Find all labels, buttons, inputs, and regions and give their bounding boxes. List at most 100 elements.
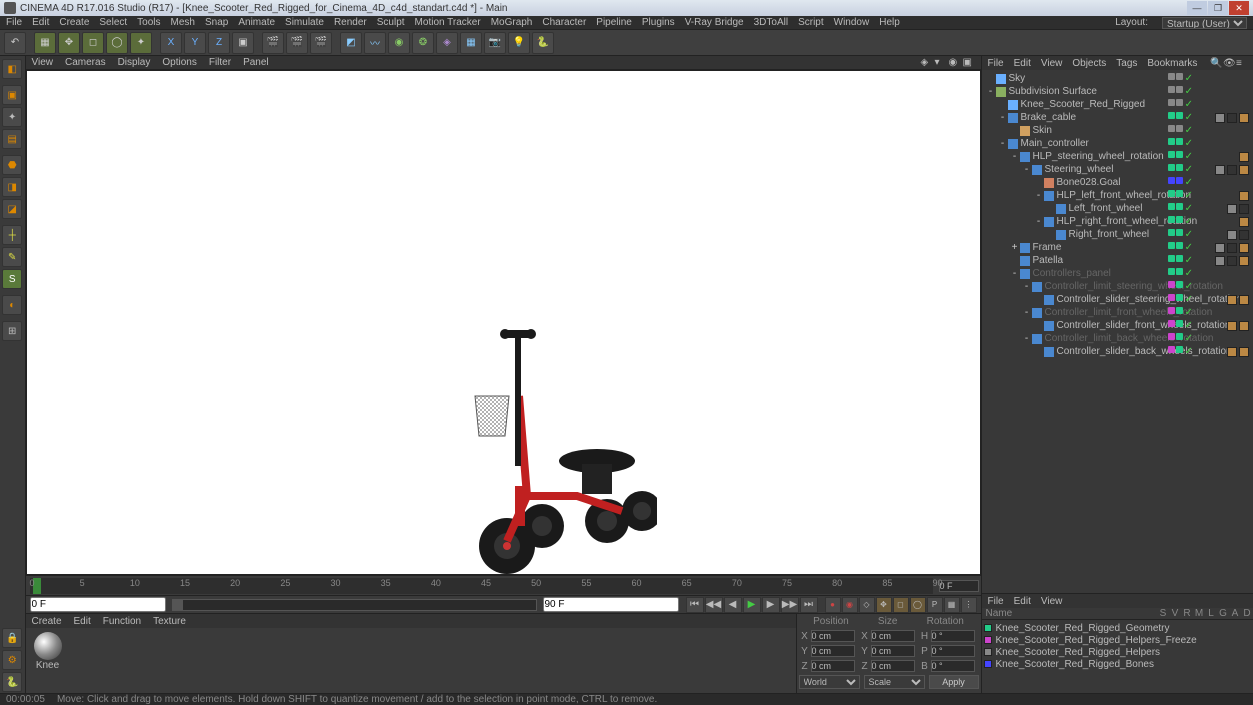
enable-check[interactable]: ✓	[1185, 281, 1193, 292]
tree-expander[interactable]: +	[1010, 242, 1020, 253]
menu-select[interactable]: Select	[99, 17, 127, 28]
tag-icon[interactable]	[1239, 230, 1249, 240]
axis-z-toggle[interactable]: Z	[208, 32, 230, 54]
tag-icon[interactable]	[1227, 230, 1237, 240]
enable-check[interactable]: ✓	[1185, 190, 1193, 201]
vis-editor[interactable]	[1168, 125, 1175, 132]
record-button[interactable]: ●	[825, 597, 841, 613]
coord-pos[interactable]	[811, 645, 855, 657]
coord-system[interactable]: ▣	[232, 32, 254, 54]
render-settings[interactable]: 🎬	[310, 32, 332, 54]
tweak-mode[interactable]: ✎	[2, 247, 22, 267]
vpmenu-view[interactable]: View	[32, 57, 54, 68]
vis-render[interactable]	[1176, 125, 1183, 132]
tag-icon[interactable]	[1227, 256, 1237, 266]
add-deformer[interactable]: ◈	[436, 32, 458, 54]
vis-render[interactable]	[1176, 294, 1183, 301]
add-light[interactable]: 💡	[508, 32, 530, 54]
key-pla[interactable]: ▦	[944, 597, 960, 613]
snap-toggle[interactable]: S	[2, 269, 22, 289]
close-button[interactable]: ✕	[1229, 1, 1249, 15]
add-cube[interactable]: ◩	[340, 32, 362, 54]
render-region[interactable]: 🎬	[286, 32, 308, 54]
enable-check[interactable]: ✓	[1185, 138, 1193, 149]
coord-size[interactable]	[871, 645, 915, 657]
coord-pos[interactable]	[811, 630, 855, 642]
tree-expander[interactable]: -	[998, 112, 1008, 123]
menu-sculpt[interactable]: Sculpt	[377, 17, 405, 28]
enable-check[interactable]: ✓	[1185, 99, 1193, 110]
layer-color[interactable]	[984, 624, 992, 632]
vis-editor[interactable]	[1168, 307, 1175, 314]
vis-render[interactable]	[1176, 346, 1183, 353]
menu-v-ray bridge[interactable]: V-Ray Bridge	[685, 17, 744, 28]
object-name[interactable]: Controller_slider_back_wheels_rotation	[1057, 346, 1253, 357]
workplane-mode[interactable]: ▤	[2, 129, 22, 149]
range-end[interactable]	[543, 597, 679, 612]
coord-size[interactable]	[871, 660, 915, 672]
tag-icon[interactable]	[1215, 243, 1225, 253]
tag-icon[interactable]	[1227, 243, 1237, 253]
tag-icon[interactable]	[1239, 217, 1249, 227]
key-scale[interactable]: ◻	[893, 597, 909, 613]
enable-check[interactable]: ✓	[1185, 73, 1193, 84]
tag-icon[interactable]	[1239, 347, 1249, 357]
vis-render[interactable]	[1176, 164, 1183, 171]
menu-snap[interactable]: Snap	[205, 17, 228, 28]
enable-check[interactable]: ✓	[1185, 177, 1193, 188]
enable-check[interactable]: ✓	[1185, 151, 1193, 162]
tree-expander[interactable]: -	[1022, 333, 1032, 344]
vp-nav-icon[interactable]: ◈	[921, 57, 933, 69]
object-name[interactable]: Sky	[1009, 73, 1253, 84]
vis-render[interactable]	[1176, 73, 1183, 80]
next-key[interactable]: ▶▶	[781, 597, 799, 613]
object-tree[interactable]: Sky✓-Subdivision Surface✓Knee_Scooter_Re…	[982, 70, 1253, 593]
vis-render[interactable]	[1176, 177, 1183, 184]
layer-color[interactable]	[984, 636, 992, 644]
recent-tool[interactable]: ✦	[130, 32, 152, 54]
vis-editor[interactable]	[1168, 346, 1175, 353]
enable-check[interactable]: ✓	[1185, 203, 1193, 214]
vis-render[interactable]	[1176, 333, 1183, 340]
edge-mode[interactable]: ◨	[2, 177, 22, 197]
object-name[interactable]: Controllers_panel	[1033, 268, 1253, 279]
lock-icon[interactable]: 🔒	[2, 628, 22, 648]
vis-render[interactable]	[1176, 216, 1183, 223]
coord-space-select[interactable]: World	[799, 675, 860, 689]
key-pos[interactable]: ✥	[876, 597, 892, 613]
vis-editor[interactable]	[1168, 177, 1175, 184]
tag-icon[interactable]	[1239, 321, 1249, 331]
axis-x-toggle[interactable]: X	[160, 32, 182, 54]
laymenu-view[interactable]: View	[1041, 596, 1063, 607]
objmenu-tags[interactable]: Tags	[1116, 58, 1137, 69]
vis-editor[interactable]	[1168, 112, 1175, 119]
vis-editor[interactable]	[1168, 138, 1175, 145]
vis-render[interactable]	[1176, 112, 1183, 119]
om-search-icon[interactable]: 🔍	[1210, 58, 1221, 69]
vis-render[interactable]	[1176, 86, 1183, 93]
vis-editor[interactable]	[1168, 99, 1175, 106]
locked-mode[interactable]: ⊞	[2, 321, 22, 341]
coord-pos[interactable]	[811, 660, 855, 672]
vis-editor[interactable]	[1168, 151, 1175, 158]
vis-render[interactable]	[1176, 242, 1183, 249]
object-name[interactable]: Controller_limit_front_wheels_rotation	[1045, 307, 1253, 318]
menu-tools[interactable]: Tools	[137, 17, 160, 28]
object-name[interactable]: Main_controller	[1021, 138, 1253, 149]
matmenu-edit[interactable]: Edit	[74, 616, 91, 627]
model-mode[interactable]: ▣	[2, 85, 22, 105]
object-name[interactable]: Skin	[1033, 125, 1253, 136]
enable-check[interactable]: ✓	[1185, 307, 1193, 318]
object-name[interactable]: HLP_right_front_wheel_rotation	[1057, 216, 1253, 227]
enable-check[interactable]: ✓	[1185, 268, 1193, 279]
menu-pipeline[interactable]: Pipeline	[596, 17, 632, 28]
layer-color[interactable]	[984, 660, 992, 668]
vis-editor[interactable]	[1168, 73, 1175, 80]
enable-check[interactable]: ✓	[1185, 320, 1193, 331]
vis-render[interactable]	[1176, 99, 1183, 106]
menu-window[interactable]: Window	[834, 17, 870, 28]
menu-script[interactable]: Script	[798, 17, 824, 28]
tag-icon[interactable]	[1239, 152, 1249, 162]
prev-frame[interactable]: ◀	[724, 597, 742, 613]
coord-rot[interactable]	[931, 645, 975, 657]
